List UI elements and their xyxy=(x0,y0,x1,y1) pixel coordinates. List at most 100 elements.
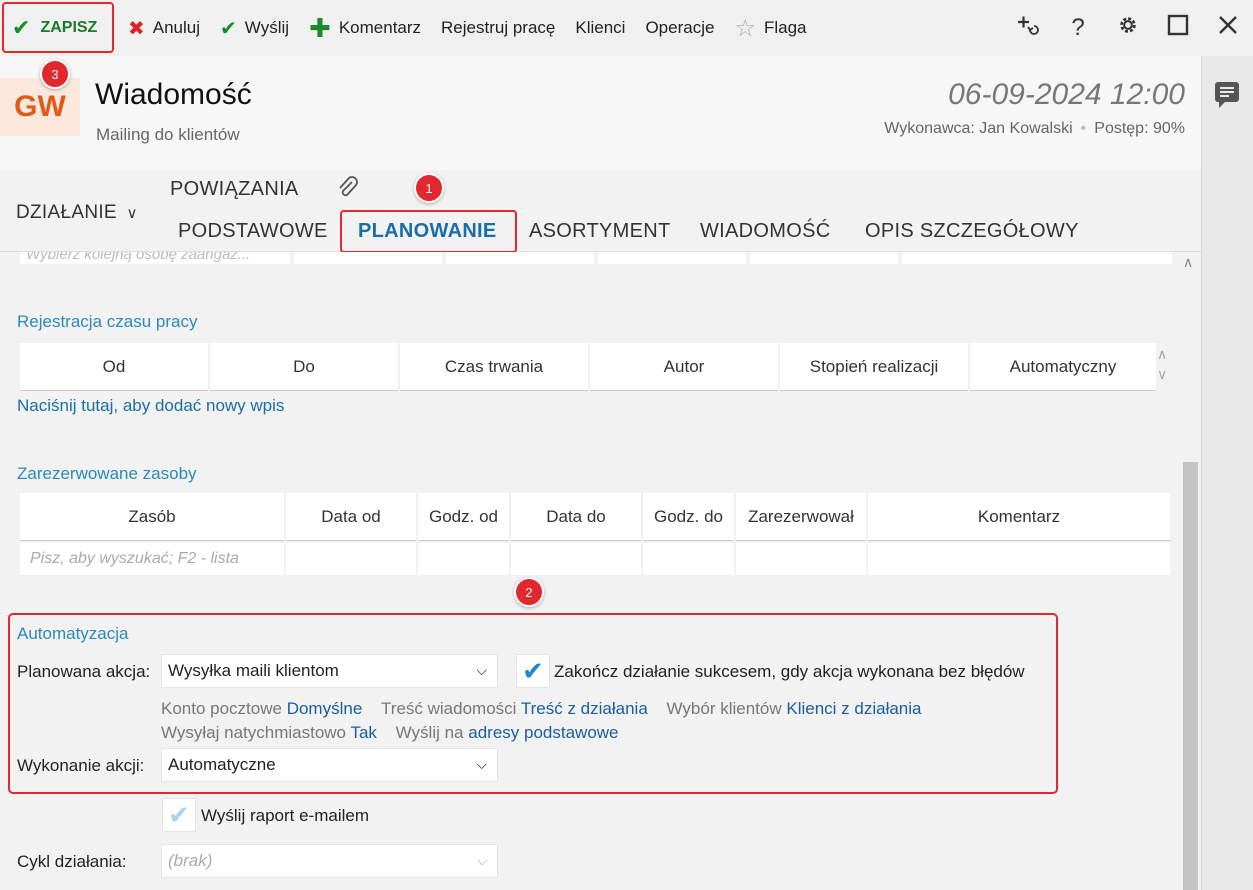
col-comment[interactable]: Komentarz xyxy=(868,493,1170,541)
col-from[interactable]: Od xyxy=(20,343,208,391)
clients-label: Klienci xyxy=(575,18,626,37)
scroll-up-icon[interactable]: ∧ xyxy=(1183,254,1193,271)
client-selection-label: Wybór klientów xyxy=(666,699,782,718)
comment-label: Komentarz xyxy=(338,18,422,37)
chevron-down-icon: ⌵ xyxy=(476,852,487,868)
clients-button[interactable]: Klienci xyxy=(565,0,635,56)
planned-action-label: Planowana akcja: xyxy=(17,662,151,681)
message-content-label: Treść wiadomości xyxy=(381,699,517,718)
finish-success-label: Zakończ działanie sukcesem, gdy akcja wy… xyxy=(554,662,1025,681)
table-cell[interactable] xyxy=(286,543,416,575)
tab-action-label: DZIAŁANIE xyxy=(16,202,117,223)
annotation-badge-1: 1 xyxy=(414,173,444,203)
chevron-down-icon: ⌵ xyxy=(476,662,487,678)
cancel-button[interactable]: ✖ Anuluj xyxy=(118,0,210,56)
table-cell[interactable] xyxy=(736,543,866,575)
check-icon: ✔ xyxy=(522,655,544,686)
send-report-checkbox[interactable]: ✔ xyxy=(162,798,196,832)
time-registration-title: Rejestracja czasu pracy xyxy=(17,312,198,331)
tab-assortment[interactable]: ASORTYMENT xyxy=(529,220,671,243)
help-icon[interactable]: ? xyxy=(1053,14,1103,42)
add-link-icon[interactable] xyxy=(1003,13,1053,44)
flag-button[interactable]: ☆ Flaga xyxy=(724,0,816,56)
tab-details[interactable]: OPIS SZCZEGÓŁOWY xyxy=(865,220,1079,243)
chevron-down-icon: ∨ xyxy=(126,205,138,222)
action-params-line2: Wysyłaj natychmiastowo Tak Wyślij na adr… xyxy=(161,723,619,743)
col-date-from[interactable]: Data od xyxy=(286,493,416,541)
send-report-label: Wyślij raport e-mailem xyxy=(201,806,369,825)
register-work-label: Rejestruj pracę xyxy=(441,18,556,37)
side-rail xyxy=(1201,56,1253,890)
send-label: Wyślij xyxy=(244,18,290,37)
maximize-icon[interactable] xyxy=(1153,14,1203,43)
finish-success-checkbox[interactable]: ✔ xyxy=(516,654,550,688)
operations-button[interactable]: Operacje xyxy=(635,0,724,56)
table-cell[interactable] xyxy=(868,543,1170,575)
toolbar: ✔ ZAPISZ ✖ Anuluj ✔ Wyślij ✚ Komentarz R… xyxy=(0,0,1253,56)
tab-bar: DZIAŁANIE ∨ POWIĄZANIA PODSTAWOWE PLANOW… xyxy=(0,170,1201,253)
client-selection-link[interactable]: Klienci z działania xyxy=(786,699,921,718)
col-reserved-by[interactable]: Zarezerwował xyxy=(736,493,866,541)
resources-title: Zarezerwowane zasoby xyxy=(17,464,197,483)
table-cell[interactable] xyxy=(511,543,641,575)
planned-action-value: Wysyłka maili klientom xyxy=(168,661,339,680)
mail-account-label: Konto pocztowe xyxy=(161,699,282,718)
save-button[interactable]: ✔ ZAPISZ xyxy=(2,2,114,53)
gear-icon[interactable] xyxy=(1103,14,1153,43)
col-resource[interactable]: Zasób xyxy=(20,493,284,541)
annotation-badge-3: 3 xyxy=(40,59,70,89)
chat-icon[interactable] xyxy=(1215,82,1239,108)
send-immediately-link[interactable]: Tak xyxy=(350,723,376,742)
star-icon: ☆ xyxy=(734,14,756,42)
check-icon: ✔ xyxy=(220,17,237,40)
col-duration[interactable]: Czas trwania xyxy=(400,343,588,391)
participants-input[interactable]: Wybierz kolejną osobę zaangaż... xyxy=(26,252,250,263)
tab-basic[interactable]: PODSTAWOWE xyxy=(178,220,328,243)
col-time-from[interactable]: Godz. od xyxy=(418,493,509,541)
table-cell[interactable] xyxy=(643,543,734,575)
col-time-to[interactable]: Godz. do xyxy=(643,493,734,541)
tab-relations[interactable]: POWIĄZANIA xyxy=(170,178,299,201)
col-author[interactable]: Autor xyxy=(590,343,778,391)
planned-action-select[interactable]: Wysyłka maili klientom ⌵ xyxy=(161,654,498,688)
executor-text: Wykonawca: Jan Kowalski xyxy=(884,120,1073,137)
progress-text: Postęp: 90% xyxy=(1094,120,1185,137)
mail-account-link[interactable]: Domyślne xyxy=(287,699,363,718)
col-to[interactable]: Do xyxy=(210,343,398,391)
execution-value: Automatyczne xyxy=(168,755,276,774)
sort-arrows-icon[interactable]: ∧ ∨ xyxy=(1157,344,1167,384)
flag-label: Flaga xyxy=(763,18,807,37)
col-date-to[interactable]: Data do xyxy=(511,493,641,541)
tab-message[interactable]: WIADOMOŚĆ xyxy=(700,220,830,243)
tab-action-menu[interactable]: DZIAŁANIE ∨ xyxy=(16,202,138,224)
resources-new-row: Pisz, aby wyszukać; F2 - lista xyxy=(20,543,1172,575)
annotation-badge-2: 2 xyxy=(514,577,544,607)
resource-search-input[interactable]: Pisz, aby wyszukać; F2 - lista xyxy=(20,543,284,575)
action-params-line1: Konto pocztowe Domyślne Treść wiadomości… xyxy=(161,699,922,719)
col-completion[interactable]: Stopień realizacji xyxy=(780,343,968,391)
execution-select[interactable]: Automatyczne ⌵ xyxy=(161,748,498,782)
send-immediately-label: Wysyłaj natychmiastowo xyxy=(161,723,347,742)
comment-button[interactable]: ✚ Komentarz xyxy=(299,0,431,56)
resources-header: Zasób Data od Godz. od Data do Godz. do … xyxy=(20,493,1172,541)
cancel-label: Anuluj xyxy=(152,18,201,37)
scrollbar-thumb[interactable] xyxy=(1183,462,1198,890)
register-work-button[interactable]: Rejestruj pracę xyxy=(431,0,565,56)
cycle-select[interactable]: (brak) ⌵ xyxy=(161,844,498,878)
paperclip-icon[interactable] xyxy=(336,176,360,202)
tab-planning-highlight xyxy=(340,210,517,253)
add-entry-link[interactable]: Naciśnij tutaj, aby dodać nowy wpis xyxy=(17,396,284,416)
cycle-label: Cykl działania: xyxy=(17,852,127,871)
close-icon[interactable] xyxy=(1203,14,1253,42)
col-automatic[interactable]: Automatyczny xyxy=(970,343,1156,391)
save-label: ZAPISZ xyxy=(40,18,98,36)
table-cell[interactable] xyxy=(418,543,509,575)
send-button[interactable]: ✔ Wyślij xyxy=(210,0,299,56)
record-meta: Wykonawca: Jan Kowalski • Postęp: 90% xyxy=(884,120,1185,137)
execution-label: Wykonanie akcji: xyxy=(17,756,145,775)
vertical-scrollbar[interactable]: ∧ xyxy=(1180,252,1201,890)
record-title: Wiadomość xyxy=(95,78,252,111)
check-icon: ✔ xyxy=(168,799,190,830)
send-to-link[interactable]: adresy podstawowe xyxy=(468,723,618,742)
message-content-link[interactable]: Treść z działania xyxy=(521,699,648,718)
